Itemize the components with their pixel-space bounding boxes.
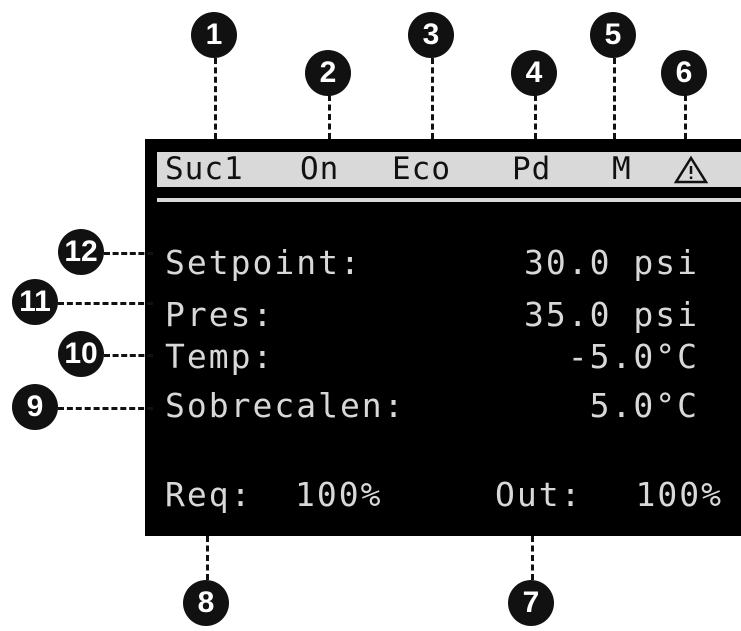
status-manual: M	[612, 151, 632, 187]
leader-line-7	[531, 536, 534, 580]
status-mode: Eco	[392, 151, 451, 187]
callout-badge-10: 10	[58, 331, 104, 377]
leader-line-2	[328, 95, 331, 139]
leader-line-12	[104, 252, 153, 255]
leader-line-8	[206, 536, 209, 580]
temp-value: -5.0°C	[567, 337, 699, 376]
superheat-label: Sobrecalen:	[165, 386, 406, 425]
callout-badge-3: 3	[408, 12, 454, 58]
output-label: Out:	[495, 475, 583, 514]
status-state: On	[300, 151, 340, 187]
setpoint-value: 30.0 psi	[524, 243, 699, 282]
leader-line-9	[58, 407, 153, 410]
callout-badge-11: 11	[12, 279, 58, 325]
callout-badge-1: 1	[191, 12, 237, 58]
callout-badge-4: 4	[511, 50, 557, 96]
leader-line-10	[104, 354, 153, 357]
status-bar: Suc1 On Eco Pd M	[157, 152, 741, 187]
setpoint-label: Setpoint:	[165, 243, 362, 282]
status-separator	[157, 198, 741, 202]
temp-label: Temp:	[165, 337, 275, 376]
callout-badge-5: 5	[590, 12, 636, 58]
status-circuit: Suc1	[165, 151, 244, 187]
leader-line-5	[613, 58, 616, 139]
request-label: Req:	[165, 475, 253, 514]
callout-badge-8: 8	[183, 580, 229, 626]
callout-badge-12: 12	[58, 229, 104, 275]
output-value: 100%	[635, 475, 723, 514]
leader-line-3	[431, 58, 434, 139]
callout-badge-6: 6	[661, 50, 707, 96]
callout-badge-7: 7	[508, 580, 554, 626]
warning-triangle-icon	[673, 155, 709, 184]
pressure-value: 35.0 psi	[524, 295, 699, 334]
status-pumpdown: Pd	[512, 151, 552, 187]
leader-line-6	[684, 95, 687, 139]
leader-line-11	[58, 302, 153, 305]
leader-line-4	[534, 95, 537, 139]
callout-badge-2: 2	[305, 50, 351, 96]
request-value: 100%	[295, 475, 383, 514]
pressure-label: Pres:	[165, 295, 275, 334]
callout-badge-9: 9	[12, 384, 58, 430]
lcd-screen: Suc1 On Eco Pd M Setpoint: 30.0 psi Pres…	[145, 139, 741, 536]
superheat-value: 5.0°C	[589, 386, 699, 425]
leader-line-1	[214, 58, 217, 139]
